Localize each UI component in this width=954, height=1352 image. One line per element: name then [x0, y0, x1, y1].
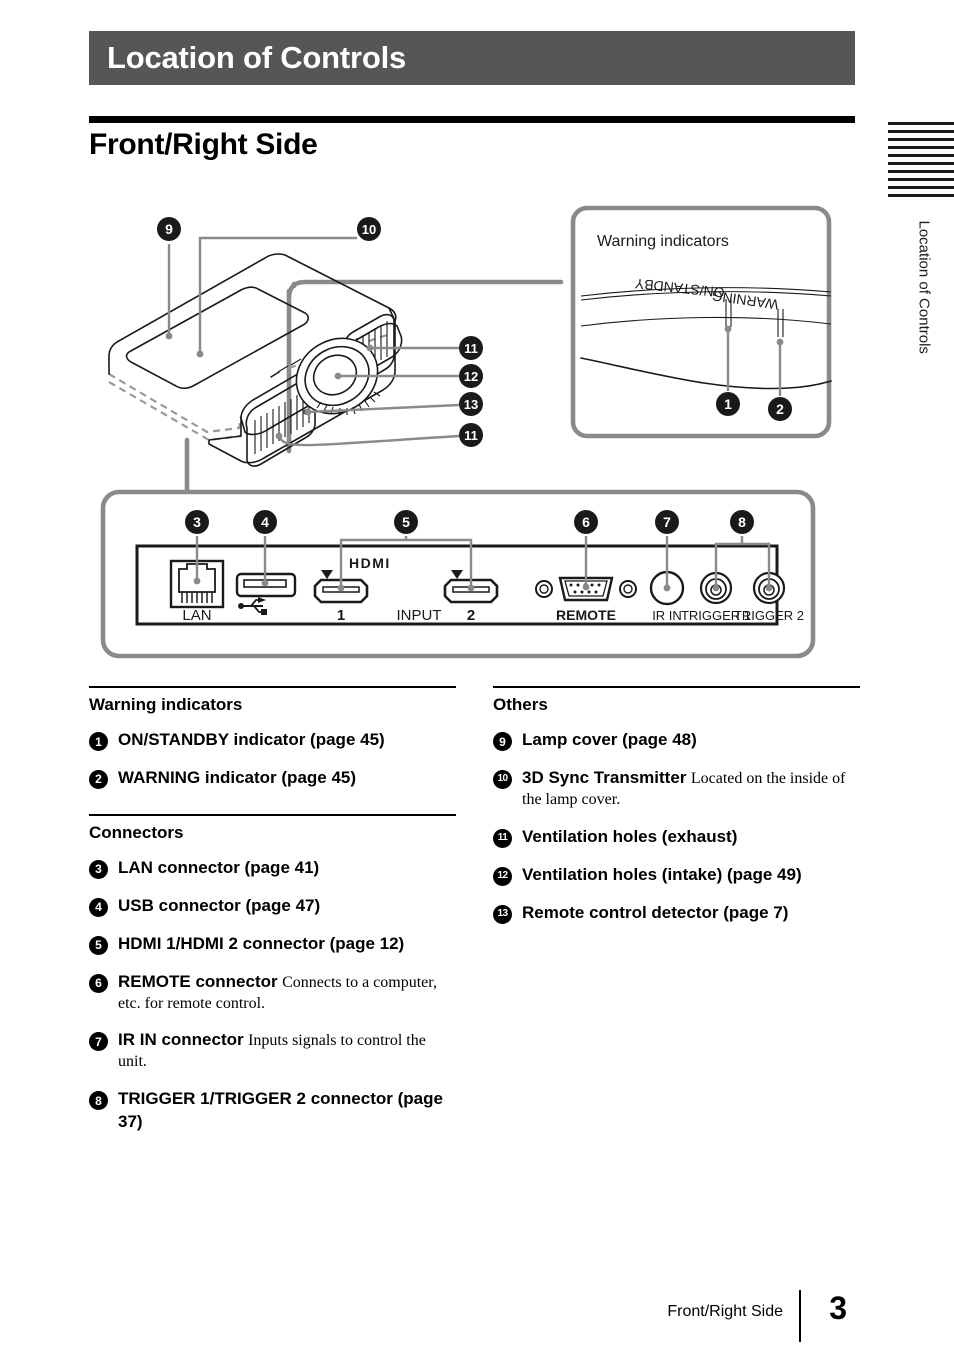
section-divider-rule — [89, 116, 855, 123]
list-item-title: 3D Sync Transmitter — [522, 767, 687, 787]
callout-bullet: 10 — [493, 769, 512, 789]
list-item: 7 IR IN connector Inputs signals to cont… — [89, 1029, 456, 1073]
legend-column-right: Others 9 Lamp cover (page 48) 10 3D Sync… — [493, 686, 860, 939]
list-item-title: LAN connector (page 41) — [118, 857, 320, 877]
page-number: 3 — [829, 1290, 847, 1326]
svg-text:7: 7 — [663, 514, 671, 530]
list-item: 5 HDMI 1/HDMI 2 connector (page 12) — [89, 933, 456, 956]
svg-text:5: 5 — [402, 514, 410, 530]
footer-divider — [799, 1290, 801, 1342]
callout-bullet: 1 — [89, 732, 108, 751]
group-heading-others: Others — [493, 686, 860, 715]
list-item-title: HDMI 1/HDMI 2 connector (page 12) — [118, 933, 405, 953]
svg-text:11: 11 — [464, 341, 478, 356]
list-item: 11 Ventilation holes (exhaust) — [493, 826, 860, 849]
projector-illustration: 9 10 11 12 13 11 — [108, 217, 483, 467]
svg-text:10: 10 — [362, 222, 376, 237]
thumb-stripe — [888, 186, 954, 189]
lan-label: LAN — [182, 607, 211, 624]
callout-bullet: 12 — [493, 866, 512, 886]
footer-section-label: Front/Right Side — [667, 1303, 783, 1320]
svg-text:13: 13 — [464, 397, 478, 412]
list-item: 6 REMOTE connector Connects to a compute… — [89, 971, 456, 1015]
legend-column-left: Warning indicators 1 ON/STANDBY indicato… — [89, 686, 456, 1149]
hdmi-1-label: 1 — [337, 607, 345, 624]
svg-text:12: 12 — [464, 369, 478, 384]
svg-text:8: 8 — [738, 514, 746, 530]
callout-bullet: 13 — [493, 904, 512, 924]
thumb-stripe — [888, 194, 954, 197]
list-item: 8 TRIGGER 1/TRIGGER 2 connector (page 37… — [89, 1088, 456, 1134]
page-footer: Front/Right Side 3 — [89, 1290, 855, 1342]
hdmi-2-label: 2 — [467, 607, 475, 624]
list-item: 4 USB connector (page 47) — [89, 895, 456, 918]
svg-text:2: 2 — [776, 401, 784, 417]
warning-indicators-callout-box: Warning indicators ON/STANDBY WARNING 1 … — [570, 205, 832, 439]
callout-bullet: 2 — [89, 769, 108, 789]
group-heading-warning-indicators: Warning indicators — [89, 686, 456, 715]
list-item: 3 LAN connector (page 41) — [89, 857, 456, 880]
document-page: Location of Controls Front/Right Side Lo… — [0, 0, 954, 1352]
thumb-stripe — [888, 154, 954, 157]
hdmi-logo-label: HDMI — [349, 555, 391, 571]
remote-label: REMOTE — [556, 607, 616, 623]
callout-bullet: 4 — [89, 897, 108, 917]
list-item: 2 WARNING indicator (page 45) — [89, 767, 456, 790]
callout-bullet: 5 — [89, 935, 108, 955]
lamp-cover-plate — [125, 286, 309, 390]
list-item: 13 Remote control detector (page 7) — [493, 902, 860, 925]
svg-text:1: 1 — [724, 396, 732, 412]
ir-in-label: IR IN — [652, 608, 682, 623]
list-item: 12 Ventilation holes (intake) (page 49) — [493, 864, 860, 887]
list-item-title: REMOTE connector — [118, 971, 278, 991]
list-item-title: USB connector (page 47) — [118, 895, 321, 915]
trigger-2-label: TRIGGER 2 — [734, 608, 804, 623]
list-item-title: IR IN connector — [118, 1030, 244, 1050]
thumb-stripe — [888, 170, 954, 173]
section-title: Front/Right Side — [89, 128, 318, 161]
list-item-title: Ventilation holes (intake) (page 49) — [522, 864, 802, 884]
thumb-stripe — [888, 162, 954, 165]
callout-bullet: 11 — [493, 828, 512, 848]
input-label: INPUT — [397, 607, 442, 624]
thumb-tab-stripes — [888, 122, 954, 197]
list-item-title: Remote control detector (page 7) — [522, 902, 789, 922]
list-item-title: TRIGGER 1/TRIGGER 2 connector (page 37) — [118, 1089, 443, 1132]
callout-bullet: 9 — [493, 732, 512, 751]
group-heading-connectors: Connectors — [89, 813, 456, 843]
thumb-stripe — [888, 122, 954, 125]
list-item: 1 ON/STANDBY indicator (page 45) — [89, 729, 456, 752]
thumb-tab-label: Location of Controls — [915, 220, 933, 354]
thumb-tab: Location of Controls — [888, 122, 954, 354]
callout-bullet: 7 — [89, 1032, 108, 1052]
thumb-stripe — [888, 130, 954, 133]
svg-text:3: 3 — [193, 514, 201, 530]
list-item-title: Ventilation holes (exhaust) — [522, 826, 738, 846]
connector-panel-callout-box: LAN HDMI 1 INPUT 2 REMOTE IR IN TRIGGER … — [100, 489, 816, 659]
svg-text:9: 9 — [165, 221, 173, 237]
callout-bullet: 3 — [89, 859, 108, 879]
chapter-title: Location of Controls — [107, 40, 407, 75]
svg-text:6: 6 — [582, 514, 590, 530]
callout-box-title: Warning indicators — [597, 233, 729, 250]
figure-front-right-side: .ln { fill:none; stroke:#1a1a1a; stroke-… — [89, 196, 855, 666]
callout-bullet: 8 — [89, 1091, 108, 1111]
thumb-stripe — [888, 178, 954, 181]
svg-text:11: 11 — [464, 428, 478, 443]
thumb-stripe — [888, 146, 954, 149]
callout-bullet: 6 — [89, 973, 108, 993]
list-item: 10 3D Sync Transmitter Located on the in… — [493, 767, 860, 811]
thumb-stripe — [888, 138, 954, 141]
chapter-header-bar: Location of Controls — [89, 31, 855, 85]
list-item-title: WARNING indicator (page 45) — [118, 767, 357, 787]
list-item: 9 Lamp cover (page 48) — [493, 729, 860, 752]
list-item-title: ON/STANDBY indicator (page 45) — [118, 730, 385, 749]
list-item-title: Lamp cover (page 48) — [522, 730, 697, 749]
svg-text:4: 4 — [261, 514, 269, 530]
